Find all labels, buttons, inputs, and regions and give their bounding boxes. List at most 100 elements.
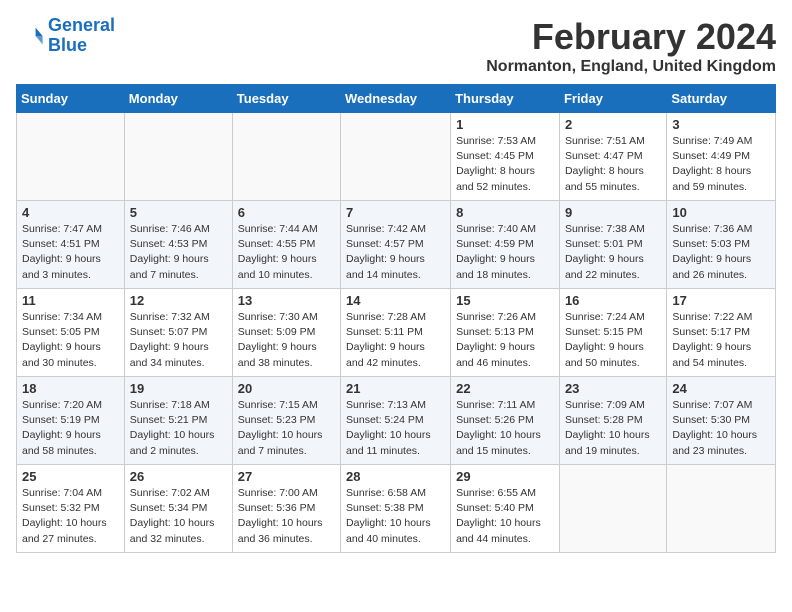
- calendar-cell: 20 Sunrise: 7:15 AM Sunset: 5:23 PM Dayli…: [232, 377, 340, 465]
- calendar-cell: 10Sunrise: 7:36 AM Sunset: 5:03 PM Dayli…: [667, 201, 776, 289]
- day-detail: Sunrise: 7:40 AM Sunset: 4:59 PM Dayligh…: [456, 222, 554, 283]
- calendar-cell: 27 Sunrise: 7:00 AM Sunset: 5:36 PM Dayli…: [232, 465, 340, 553]
- day-number: 4: [22, 205, 119, 220]
- day-number: 14: [346, 293, 445, 308]
- calendar-subtitle: Normanton, England, United Kingdom: [486, 58, 776, 76]
- weekday-header-monday: Monday: [124, 85, 232, 113]
- weekday-header-row: SundayMondayTuesdayWednesdayThursdayFrid…: [17, 85, 776, 113]
- week-row-4: 18Sunrise: 7:20 AM Sunset: 5:19 PM Dayli…: [17, 377, 776, 465]
- day-detail: Sunrise: 7:30 AM Sunset: 5:09 PM Dayligh…: [238, 310, 335, 371]
- day-detail: Sunrise: 7:02 AM Sunset: 5:34 PM Dayligh…: [130, 486, 227, 547]
- day-number: 29: [456, 469, 554, 484]
- calendar-cell: 8 Sunrise: 7:40 AM Sunset: 4:59 PM Daylig…: [451, 201, 560, 289]
- week-row-5: 25 Sunrise: 7:04 AM Sunset: 5:32 PM Dayli…: [17, 465, 776, 553]
- calendar-cell: 13 Sunrise: 7:30 AM Sunset: 5:09 PM Dayli…: [232, 289, 340, 377]
- day-detail: Sunrise: 7:24 AM Sunset: 5:15 PM Dayligh…: [565, 310, 661, 371]
- day-number: 9: [565, 205, 661, 220]
- day-number: 21: [346, 381, 445, 396]
- day-detail: Sunrise: 7:18 AM Sunset: 5:21 PM Dayligh…: [130, 398, 227, 459]
- logo-line2: Blue: [48, 35, 87, 55]
- calendar-cell: [232, 113, 340, 201]
- day-number: 7: [346, 205, 445, 220]
- day-number: 1: [456, 117, 554, 132]
- calendar-cell: 18Sunrise: 7:20 AM Sunset: 5:19 PM Dayli…: [17, 377, 125, 465]
- day-number: 25: [22, 469, 119, 484]
- logo: General Blue: [16, 16, 115, 56]
- calendar-cell: 28Sunrise: 6:58 AM Sunset: 5:38 PM Dayli…: [341, 465, 451, 553]
- calendar-cell: [341, 113, 451, 201]
- week-row-3: 11Sunrise: 7:34 AM Sunset: 5:05 PM Dayli…: [17, 289, 776, 377]
- day-number: 3: [672, 117, 770, 132]
- day-detail: Sunrise: 7:07 AM Sunset: 5:30 PM Dayligh…: [672, 398, 770, 459]
- day-number: 10: [672, 205, 770, 220]
- day-detail: Sunrise: 7:44 AM Sunset: 4:55 PM Dayligh…: [238, 222, 335, 283]
- weekday-header-friday: Friday: [559, 85, 666, 113]
- day-number: 19: [130, 381, 227, 396]
- calendar-cell: [667, 465, 776, 553]
- day-detail: Sunrise: 7:46 AM Sunset: 4:53 PM Dayligh…: [130, 222, 227, 283]
- day-detail: Sunrise: 7:49 AM Sunset: 4:49 PM Dayligh…: [672, 134, 770, 195]
- calendar-cell: 7 Sunrise: 7:42 AM Sunset: 4:57 PM Daylig…: [341, 201, 451, 289]
- page-header: General Blue February 2024 Normanton, En…: [16, 16, 776, 76]
- day-detail: Sunrise: 7:11 AM Sunset: 5:26 PM Dayligh…: [456, 398, 554, 459]
- day-detail: Sunrise: 7:04 AM Sunset: 5:32 PM Dayligh…: [22, 486, 119, 547]
- weekday-header-tuesday: Tuesday: [232, 85, 340, 113]
- day-detail: Sunrise: 7:53 AM Sunset: 4:45 PM Dayligh…: [456, 134, 554, 195]
- day-detail: Sunrise: 7:47 AM Sunset: 4:51 PM Dayligh…: [22, 222, 119, 283]
- logo-text: General Blue: [48, 16, 115, 56]
- day-number: 6: [238, 205, 335, 220]
- calendar-cell: [124, 113, 232, 201]
- calendar-cell: 15 Sunrise: 7:26 AM Sunset: 5:13 PM Dayli…: [451, 289, 560, 377]
- calendar-cell: 24 Sunrise: 7:07 AM Sunset: 5:30 PM Dayli…: [667, 377, 776, 465]
- day-detail: Sunrise: 7:22 AM Sunset: 5:17 PM Dayligh…: [672, 310, 770, 371]
- day-number: 13: [238, 293, 335, 308]
- calendar-table: SundayMondayTuesdayWednesdayThursdayFrid…: [16, 84, 776, 553]
- day-detail: Sunrise: 7:32 AM Sunset: 5:07 PM Dayligh…: [130, 310, 227, 371]
- day-number: 8: [456, 205, 554, 220]
- day-number: 24: [672, 381, 770, 396]
- week-row-2: 4 Sunrise: 7:47 AM Sunset: 4:51 PM Daylig…: [17, 201, 776, 289]
- calendar-cell: 11Sunrise: 7:34 AM Sunset: 5:05 PM Dayli…: [17, 289, 125, 377]
- title-section: February 2024 Normanton, England, United…: [486, 16, 776, 76]
- weekday-header-saturday: Saturday: [667, 85, 776, 113]
- day-detail: Sunrise: 7:51 AM Sunset: 4:47 PM Dayligh…: [565, 134, 661, 195]
- day-detail: Sunrise: 7:28 AM Sunset: 5:11 PM Dayligh…: [346, 310, 445, 371]
- day-number: 20: [238, 381, 335, 396]
- calendar-cell: 17 Sunrise: 7:22 AM Sunset: 5:17 PM Dayli…: [667, 289, 776, 377]
- day-number: 17: [672, 293, 770, 308]
- calendar-cell: 29Sunrise: 6:55 AM Sunset: 5:40 PM Dayli…: [451, 465, 560, 553]
- calendar-cell: 12 Sunrise: 7:32 AM Sunset: 5:07 PM Dayli…: [124, 289, 232, 377]
- calendar-cell: [17, 113, 125, 201]
- calendar-cell: 2Sunrise: 7:51 AM Sunset: 4:47 PM Daylig…: [559, 113, 666, 201]
- calendar-cell: 22 Sunrise: 7:11 AM Sunset: 5:26 PM Dayli…: [451, 377, 560, 465]
- calendar-cell: 26Sunrise: 7:02 AM Sunset: 5:34 PM Dayli…: [124, 465, 232, 553]
- day-detail: Sunrise: 7:15 AM Sunset: 5:23 PM Dayligh…: [238, 398, 335, 459]
- calendar-cell: 14 Sunrise: 7:28 AM Sunset: 5:11 PM Dayli…: [341, 289, 451, 377]
- day-detail: Sunrise: 7:42 AM Sunset: 4:57 PM Dayligh…: [346, 222, 445, 283]
- day-detail: Sunrise: 7:09 AM Sunset: 5:28 PM Dayligh…: [565, 398, 661, 459]
- day-number: 5: [130, 205, 227, 220]
- day-detail: Sunrise: 7:13 AM Sunset: 5:24 PM Dayligh…: [346, 398, 445, 459]
- day-number: 12: [130, 293, 227, 308]
- day-detail: Sunrise: 7:20 AM Sunset: 5:19 PM Dayligh…: [22, 398, 119, 459]
- day-detail: Sunrise: 6:58 AM Sunset: 5:38 PM Dayligh…: [346, 486, 445, 547]
- calendar-cell: [559, 465, 666, 553]
- day-number: 15: [456, 293, 554, 308]
- calendar-cell: 25 Sunrise: 7:04 AM Sunset: 5:32 PM Dayli…: [17, 465, 125, 553]
- calendar-title: February 2024: [486, 16, 776, 58]
- calendar-cell: 3 Sunrise: 7:49 AM Sunset: 4:49 PM Daylig…: [667, 113, 776, 201]
- calendar-cell: 9 Sunrise: 7:38 AM Sunset: 5:01 PM Daylig…: [559, 201, 666, 289]
- day-detail: Sunrise: 7:38 AM Sunset: 5:01 PM Dayligh…: [565, 222, 661, 283]
- calendar-cell: 1 Sunrise: 7:53 AM Sunset: 4:45 PM Daylig…: [451, 113, 560, 201]
- logo-icon: [16, 22, 44, 50]
- weekday-header-wednesday: Wednesday: [341, 85, 451, 113]
- day-detail: Sunrise: 7:00 AM Sunset: 5:36 PM Dayligh…: [238, 486, 335, 547]
- week-row-1: 1 Sunrise: 7:53 AM Sunset: 4:45 PM Daylig…: [17, 113, 776, 201]
- day-number: 27: [238, 469, 335, 484]
- day-number: 22: [456, 381, 554, 396]
- day-detail: Sunrise: 7:26 AM Sunset: 5:13 PM Dayligh…: [456, 310, 554, 371]
- day-number: 11: [22, 293, 119, 308]
- day-number: 16: [565, 293, 661, 308]
- day-number: 23: [565, 381, 661, 396]
- calendar-cell: 23 Sunrise: 7:09 AM Sunset: 5:28 PM Dayli…: [559, 377, 666, 465]
